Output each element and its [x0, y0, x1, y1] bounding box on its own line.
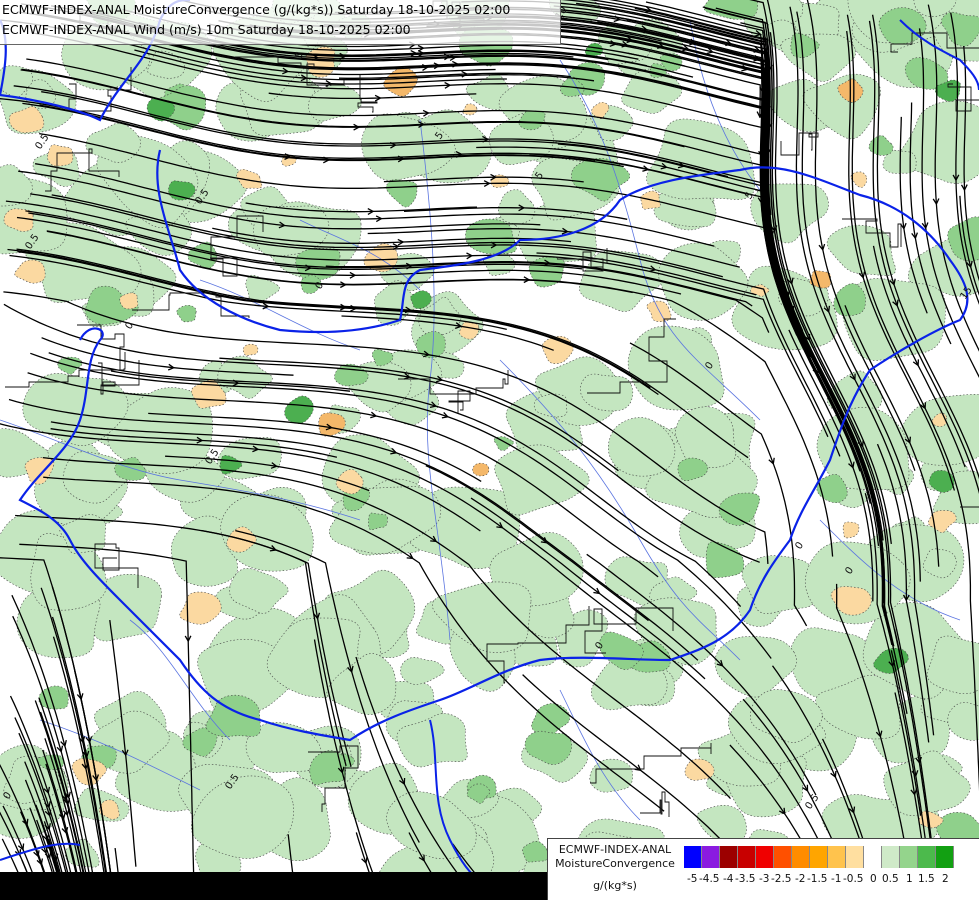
- divergence-area: [472, 462, 490, 477]
- legend-tick-label: -0.5: [843, 873, 864, 885]
- divergence-area: [242, 343, 259, 356]
- legend-swatch: [900, 846, 918, 868]
- legend-tick-label: -5: [687, 873, 698, 885]
- legend-tick-label: -3.5: [735, 873, 756, 885]
- legend-tick-label: 2: [942, 873, 949, 885]
- legend-tick-label: -4: [723, 873, 734, 885]
- legend-tick-label: -1: [831, 873, 842, 885]
- legend-swatch: [864, 846, 882, 868]
- legend-swatch: [774, 846, 792, 868]
- legend-unit: g/(kg*s): [593, 879, 637, 892]
- legend-tick-label: 1: [906, 873, 913, 885]
- legend-swatches: [684, 846, 954, 868]
- legend-tick-label: -1.5: [807, 873, 828, 885]
- legend-swatch: [756, 846, 774, 868]
- legend-swatch: [720, 846, 738, 868]
- legend-swatch: [684, 846, 702, 868]
- legend-tick-label: -3: [759, 873, 770, 885]
- color-legend: ECMWF-INDEX-ANAL MoistureConvergence g/(…: [547, 838, 979, 900]
- legend-swatch: [882, 846, 900, 868]
- legend-title-line1: ECMWF-INDEX-ANAL: [558, 843, 672, 856]
- legend-tick-label: 0: [870, 873, 877, 885]
- weather-map-view: 0.5 0.5 5 5 5 0 5 0.5 0.5 0 0 0.5 0 0.5 0 0 15 10 0 ECMWF-…: [0, 0, 979, 900]
- legend-swatch: [702, 846, 720, 868]
- legend-swatch: [918, 846, 936, 868]
- map-header: ECMWF-INDEX-ANAL MoistureConvergence (g/…: [0, 0, 561, 45]
- legend-swatch: [846, 846, 864, 868]
- legend-swatch: [810, 846, 828, 868]
- header-line-wind: ECMWF-INDEX-ANAL Wind (m/s) 10m Saturday…: [2, 22, 411, 37]
- header-line-moisture: ECMWF-INDEX-ANAL MoistureConvergence (g/…: [2, 2, 511, 17]
- legend-swatch: [738, 846, 756, 868]
- legend-swatch: [792, 846, 810, 868]
- moisture-convergence-map: 0.50.5555050.50.5000.50 0.50015100: [0, 0, 979, 900]
- legend-tick-label: 0.5: [882, 873, 899, 885]
- legend-title-line2: MoistureConvergence: [555, 857, 675, 870]
- legend-tick-label: -2.5: [771, 873, 792, 885]
- legend-swatch: [828, 846, 846, 868]
- legend-tick-label: 1.5: [918, 873, 935, 885]
- legend-tick-label: -4.5: [699, 873, 720, 885]
- legend-title: ECMWF-INDEX-ANAL MoistureConvergence: [548, 843, 682, 871]
- legend-swatch: [936, 846, 954, 868]
- divergence-area: [47, 144, 74, 167]
- legend-tick-label: -2: [795, 873, 806, 885]
